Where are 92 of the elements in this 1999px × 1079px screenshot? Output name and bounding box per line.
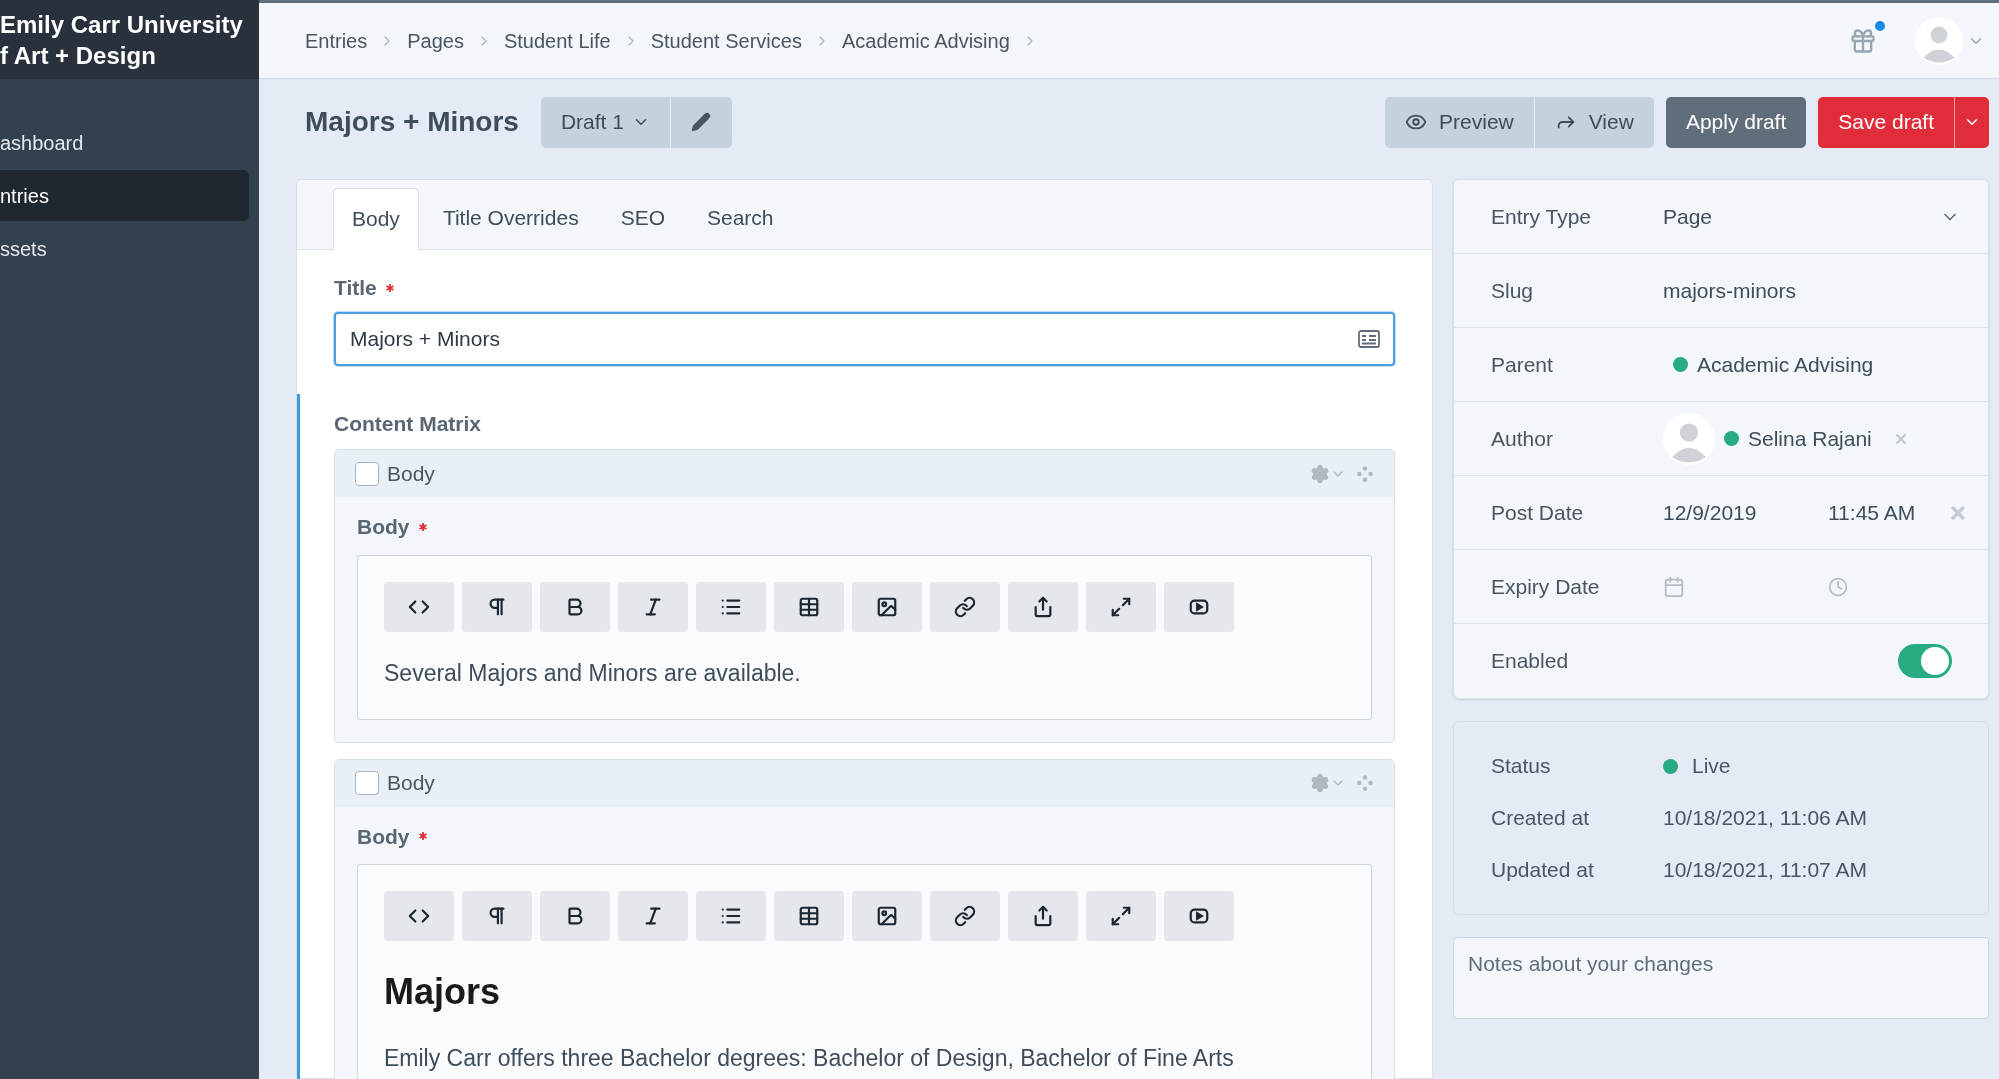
settings-icon [1310, 773, 1330, 793]
breadcrumb-link[interactable]: Pages [407, 25, 464, 56]
rich-text-editor[interactable]: Several Majors and Minors are available. [357, 554, 1372, 720]
toolbar-button[interactable] [1086, 891, 1156, 941]
settings-icon [1310, 463, 1330, 484]
save-button[interactable]: Save draft [1818, 96, 1954, 148]
user-avatar [1663, 412, 1715, 465]
tab[interactable]: Title Overrides [424, 187, 597, 249]
apply-button[interactable]: Apply draft [1665, 96, 1807, 148]
toolbar-button[interactable] [1008, 581, 1078, 632]
toolbar-button[interactable] [540, 891, 610, 941]
toolbar-button[interactable] [1164, 891, 1234, 941]
field-label: Body [357, 514, 410, 540]
status-label: Updated at [1491, 857, 1595, 884]
breadcrumb-link[interactable]: Student Services [650, 25, 802, 56]
meta-label: Enabled [1491, 648, 1570, 675]
slug-value: majors-minors [1663, 277, 1796, 304]
toolbar-button[interactable] [696, 581, 766, 632]
nav-item[interactable]: ntries [0, 170, 249, 221]
user-avatar [1915, 16, 1963, 65]
block-checkbox[interactable] [355, 771, 379, 795]
title-input[interactable]: Majors + Minors [334, 311, 1395, 366]
share-icon [1032, 595, 1054, 618]
status-value: 10/18/2021, 11:07 AM [1663, 857, 1867, 884]
tab[interactable]: Search [689, 187, 792, 249]
toolbar-button[interactable] [852, 581, 922, 632]
pencil-icon [691, 112, 712, 132]
status-value: 10/18/2021, 11:06 AM [1663, 805, 1867, 832]
table-icon [798, 905, 820, 927]
breadcrumb-link[interactable]: Student Life [503, 25, 611, 56]
meta-label: Post Date [1491, 499, 1585, 526]
toolbar-button[interactable] [774, 581, 844, 632]
meta-label: Entry Type [1491, 203, 1592, 230]
toolbar-button[interactable] [930, 581, 1000, 632]
block-checkbox[interactable] [355, 461, 379, 486]
image-icon [876, 595, 898, 618]
tab[interactable]: SEO [602, 187, 683, 249]
table-icon [798, 595, 820, 618]
field-label: Title [334, 275, 377, 301]
editor-paragraph: Several Majors and Minors are available. [384, 658, 802, 688]
date-field[interactable]: 12/9/2019 [1663, 496, 1757, 529]
draft-dropdown[interactable]: Draft 1 [540, 96, 670, 148]
block-type-label: Body [387, 770, 435, 797]
edit-button[interactable] [669, 96, 732, 148]
breadcrumb-link[interactable]: Entries [305, 25, 368, 56]
meta-label: Slug [1491, 277, 1535, 304]
toolbar-button[interactable] [540, 581, 610, 632]
block-type-label: Body [387, 460, 435, 487]
meta-label: Author [1491, 425, 1554, 452]
entry-type-select[interactable]: Page [1663, 200, 1960, 233]
field-label: Body [357, 823, 410, 850]
status-value: Live [1692, 753, 1731, 780]
page-title: Majors + Minors [305, 105, 519, 139]
breadcrumb-link[interactable]: Academic Advising [841, 25, 1010, 56]
enabled-toggle[interactable] [1898, 644, 1952, 678]
rich-text-editor[interactable]: Majors Emily Carr offers three Bachelor degrees: Bachelor of Design, Bachelor of Fine Arts [357, 864, 1372, 1079]
share-icon [1032, 905, 1054, 927]
notes-field[interactable]: Notes about your changes [1453, 937, 1989, 1019]
meta-label: Expiry Date [1491, 573, 1601, 600]
author-name[interactable]: Selina Rajani [1748, 422, 1872, 455]
view-button[interactable]: View [1533, 96, 1654, 148]
toolbar-button[interactable] [1164, 581, 1234, 632]
link-icon [954, 905, 976, 927]
link-icon [954, 595, 976, 618]
field-label: Content Matrix [334, 410, 482, 437]
site-name[interactable]: Emily Carr University [0, 8, 259, 40]
status-label: Status [1491, 753, 1552, 780]
nav-item[interactable]: ssets [0, 223, 249, 274]
parent-link[interactable]: Academic Advising [1697, 348, 1874, 381]
toolbar-button[interactable] [852, 891, 922, 941]
time-field[interactable]: 11:45 AM [1828, 496, 1916, 529]
list-icon [720, 905, 742, 927]
toolbar-button[interactable] [462, 581, 532, 632]
status-label: Created at [1491, 805, 1591, 832]
expand-icon [1110, 905, 1132, 927]
site-name[interactable]: f Art + Design [0, 39, 259, 71]
nav-item[interactable]: ashboard [0, 117, 249, 168]
video-icon [1188, 905, 1210, 927]
toolbar-button[interactable] [1008, 891, 1078, 941]
toolbar-button[interactable] [462, 891, 532, 941]
meta-label: Parent [1491, 351, 1554, 378]
tab[interactable]: Body [333, 188, 419, 250]
editor-heading: Majors [384, 970, 502, 1014]
image-icon [876, 905, 898, 927]
preview-button[interactable]: Preview [1385, 96, 1534, 148]
editor-paragraph: Emily Carr offers three Bachelor degrees: Bachelor of Design, Bachelor of Fine Arts [384, 1044, 1235, 1073]
toolbar-button[interactable] [696, 891, 766, 941]
toolbar-button[interactable] [930, 891, 1000, 941]
save-options-button[interactable] [1954, 96, 1989, 148]
expand-icon [1110, 595, 1132, 618]
toolbar-button[interactable] [1086, 581, 1156, 632]
toolbar-button[interactable] [774, 891, 844, 941]
